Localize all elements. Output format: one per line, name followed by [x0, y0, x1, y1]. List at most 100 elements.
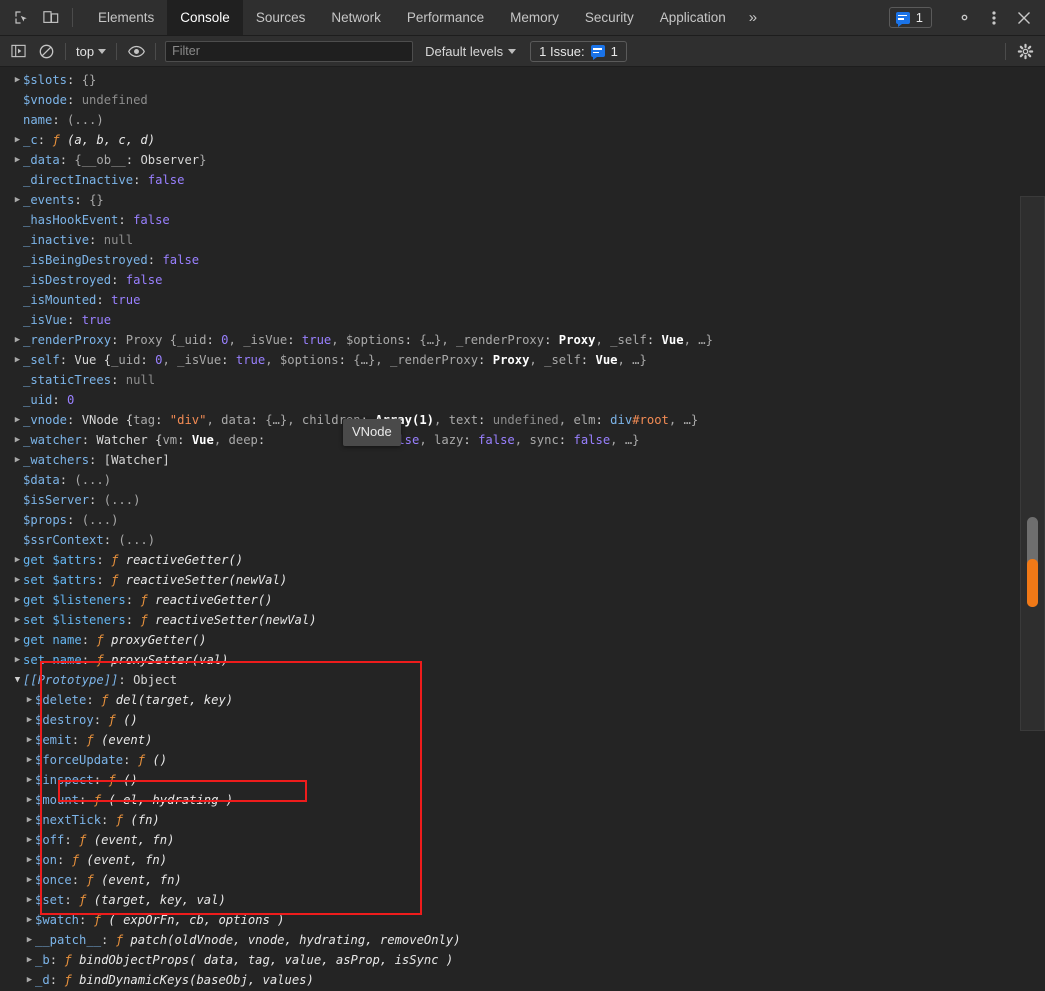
tab-network[interactable]: Network	[318, 0, 394, 35]
console-property-row[interactable]: ▶ $slots: {}	[0, 70, 1045, 90]
console-property-row[interactable]: ▶ get $attrs: ƒ reactiveGetter()	[0, 550, 1045, 570]
expand-arrow-closed-icon[interactable]: ▶	[24, 810, 35, 830]
tab-security[interactable]: Security	[572, 0, 647, 35]
console-property-row[interactable]: ▶_isMounted: true	[0, 290, 1045, 310]
console-property-row[interactable]: ▼ [[Prototype]]: Object	[0, 670, 1045, 690]
tab-performance[interactable]: Performance	[394, 0, 497, 35]
clear-console-icon[interactable]	[32, 38, 60, 64]
console-property-row[interactable]: ▶ $once: ƒ (event, fn)	[0, 870, 1045, 890]
console-property-row[interactable]: ▶ _b: ƒ bindObjectProps( data, tag, value…	[0, 950, 1045, 970]
execution-context-selector[interactable]: top	[71, 42, 111, 61]
tab-application[interactable]: Application	[647, 0, 739, 35]
console-property-row[interactable]: ▶ $inspect: ƒ ()	[0, 770, 1045, 790]
more-tabs-icon[interactable]: »	[739, 0, 767, 35]
expand-arrow-closed-icon[interactable]: ▶	[24, 970, 35, 990]
expand-arrow-closed-icon[interactable]: ▶	[12, 130, 23, 150]
console-property-row[interactable]: ▶ $off: ƒ (event, fn)	[0, 830, 1045, 850]
console-property-row[interactable]: ▶ _watchers: [Watcher]	[0, 450, 1045, 470]
close-devtools-icon[interactable]	[1009, 11, 1039, 25]
expand-arrow-closed-icon[interactable]: ▶	[12, 570, 23, 590]
expand-arrow-closed-icon[interactable]: ▶	[24, 930, 35, 950]
console-property-row[interactable]: ▶ $emit: ƒ (event)	[0, 730, 1045, 750]
console-property-row[interactable]: ▶$data: (...)	[0, 470, 1045, 490]
expand-arrow-closed-icon[interactable]: ▶	[12, 190, 23, 210]
console-property-row[interactable]: ▶ _self: Vue {_uid: 0, _isVue: true, $opt…	[0, 350, 1045, 370]
expand-arrow-closed-icon[interactable]: ▶	[24, 870, 35, 890]
expand-arrow-closed-icon[interactable]: ▶	[24, 690, 35, 710]
console-property-row[interactable]: ▶_watcher: Watcher {vm: Vue, deep: ser: …	[0, 430, 1045, 450]
expand-arrow-closed-icon[interactable]: ▶	[12, 590, 23, 610]
console-property-row[interactable]: ▶$props: (...)	[0, 510, 1045, 530]
console-property-row[interactable]: ▶$ssrContext: (...)	[0, 530, 1045, 550]
console-property-row[interactable]: ▶ $on: ƒ (event, fn)	[0, 850, 1045, 870]
live-expression-eye-icon[interactable]	[122, 38, 150, 64]
console-property-row[interactable]: ▶ $delete: ƒ del(target, key)	[0, 690, 1045, 710]
expand-arrow-closed-icon[interactable]: ▶	[12, 650, 23, 670]
expand-arrow-closed-icon[interactable]: ▶	[24, 790, 35, 810]
console-property-row[interactable]: ▶name: (...)	[0, 110, 1045, 130]
console-property-row[interactable]: ▶ $forceUpdate: ƒ ()	[0, 750, 1045, 770]
expand-arrow-closed-icon[interactable]: ▶	[12, 450, 23, 470]
tab-console[interactable]: Console	[167, 0, 243, 35]
expand-arrow-closed-icon[interactable]: ▶	[12, 630, 23, 650]
console-property-row[interactable]: ▶$isServer: (...)	[0, 490, 1045, 510]
console-property-row[interactable]: ▶ $set: ƒ (target, key, val)	[0, 890, 1045, 910]
console-filter-input[interactable]	[165, 40, 414, 62]
expand-arrow-closed-icon[interactable]: ▶	[12, 410, 23, 430]
console-property-row[interactable]: ▶_isBeingDestroyed: false	[0, 250, 1045, 270]
tab-sources[interactable]: Sources	[243, 0, 319, 35]
expand-arrow-closed-icon[interactable]: ▶	[24, 890, 35, 910]
console-property-row[interactable]: ▶ _vnode: VNode {tag: "div", data: {…}, c…	[0, 410, 1045, 430]
expand-arrow-closed-icon[interactable]: ▶	[24, 850, 35, 870]
console-property-row[interactable]: ▶ __patch__: ƒ patch(oldVnode, vnode, hyd…	[0, 930, 1045, 950]
console-settings-gear-icon[interactable]	[1011, 38, 1039, 64]
expand-arrow-closed-icon[interactable]: ▶	[24, 770, 35, 790]
expand-arrow-closed-icon[interactable]: ▶	[24, 730, 35, 750]
expand-arrow-closed-icon[interactable]: ▶	[12, 150, 23, 170]
console-property-row[interactable]: ▶_hasHookEvent: false	[0, 210, 1045, 230]
console-output[interactable]: ▶$slots: {}▶$vnode: undefined▶name: (...…	[0, 68, 1045, 991]
issues-bar-button[interactable]: 1 Issue: 1	[530, 40, 627, 62]
issues-counter-button[interactable]: 1	[888, 7, 932, 28]
expand-arrow-closed-icon[interactable]: ▶	[24, 710, 35, 730]
expand-arrow-closed-icon[interactable]: ▶	[24, 830, 35, 850]
console-property-row[interactable]: ▶_directInactive: false	[0, 170, 1045, 190]
console-property-row[interactable]: ▶_inactive: null	[0, 230, 1045, 250]
console-sidebar-toggle-icon[interactable]	[4, 38, 32, 64]
console-property-row[interactable]: ▶ _c: ƒ (a, b, c, d)	[0, 130, 1045, 150]
expand-arrow-closed-icon[interactable]: ▶	[12, 550, 23, 570]
console-property-row[interactable]: ▶ _d: ƒ bindDynamicKeys(baseObj, values)	[0, 970, 1045, 990]
console-property-row[interactable]: ▶_isVue: true	[0, 310, 1045, 330]
console-property-row[interactable]: ▶ _renderProxy: Proxy {_uid: 0, _isVue: t…	[0, 330, 1045, 350]
expand-arrow-closed-icon[interactable]: ▶	[12, 350, 23, 370]
tab-memory[interactable]: Memory	[497, 0, 572, 35]
expand-arrow-closed-icon[interactable]: ▶	[24, 750, 35, 770]
console-property-row[interactable]: ▶ _events: {}	[0, 190, 1045, 210]
console-property-row[interactable]: ▶ get name: ƒ proxyGetter()	[0, 630, 1045, 650]
console-property-row[interactable]: ▶ get $listeners: ƒ reactiveGetter()	[0, 590, 1045, 610]
console-property-row[interactable]: ▶ $nextTick: ƒ (fn)	[0, 810, 1045, 830]
console-scroll-pane[interactable]	[1020, 196, 1045, 731]
tab-elements[interactable]: Elements	[85, 0, 167, 35]
console-property-row[interactable]: ▶ set $listeners: ƒ reactiveSetter(newVal…	[0, 610, 1045, 630]
expand-arrow-closed-icon[interactable]: ▶	[12, 70, 23, 90]
console-property-row[interactable]: ▶$vnode: undefined	[0, 90, 1045, 110]
expand-arrow-closed-icon[interactable]: ▶	[12, 430, 23, 450]
console-property-row[interactable]: ▶ $watch: ƒ ( expOrFn, cb, options )	[0, 910, 1045, 930]
console-property-row[interactable]: ▶ $destroy: ƒ ()	[0, 710, 1045, 730]
console-property-row[interactable]: ▶_uid: 0	[0, 390, 1045, 410]
console-property-row[interactable]: ▶_staticTrees: null	[0, 370, 1045, 390]
console-property-row[interactable]: ▶_isDestroyed: false	[0, 270, 1045, 290]
device-toolbar-icon[interactable]	[36, 0, 66, 35]
console-property-row[interactable]: ▶ set name: ƒ proxySetter(val)	[0, 650, 1045, 670]
console-property-row[interactable]: ▶ $mount: ƒ ( el, hydrating )	[0, 790, 1045, 810]
console-property-row[interactable]: ▶ _data: {__ob__: Observer}	[0, 150, 1045, 170]
inspect-element-icon[interactable]	[6, 0, 36, 35]
expand-arrow-open-icon[interactable]: ▼	[12, 670, 23, 690]
expand-arrow-closed-icon[interactable]: ▶	[24, 910, 35, 930]
log-levels-selector[interactable]: Default levels	[425, 44, 517, 59]
console-property-row[interactable]: ▶ set $attrs: ƒ reactiveSetter(newVal)	[0, 570, 1045, 590]
expand-arrow-closed-icon[interactable]: ▶	[24, 950, 35, 970]
settings-gear-icon[interactable]	[949, 9, 979, 26]
expand-arrow-closed-icon[interactable]: ▶	[12, 330, 23, 350]
